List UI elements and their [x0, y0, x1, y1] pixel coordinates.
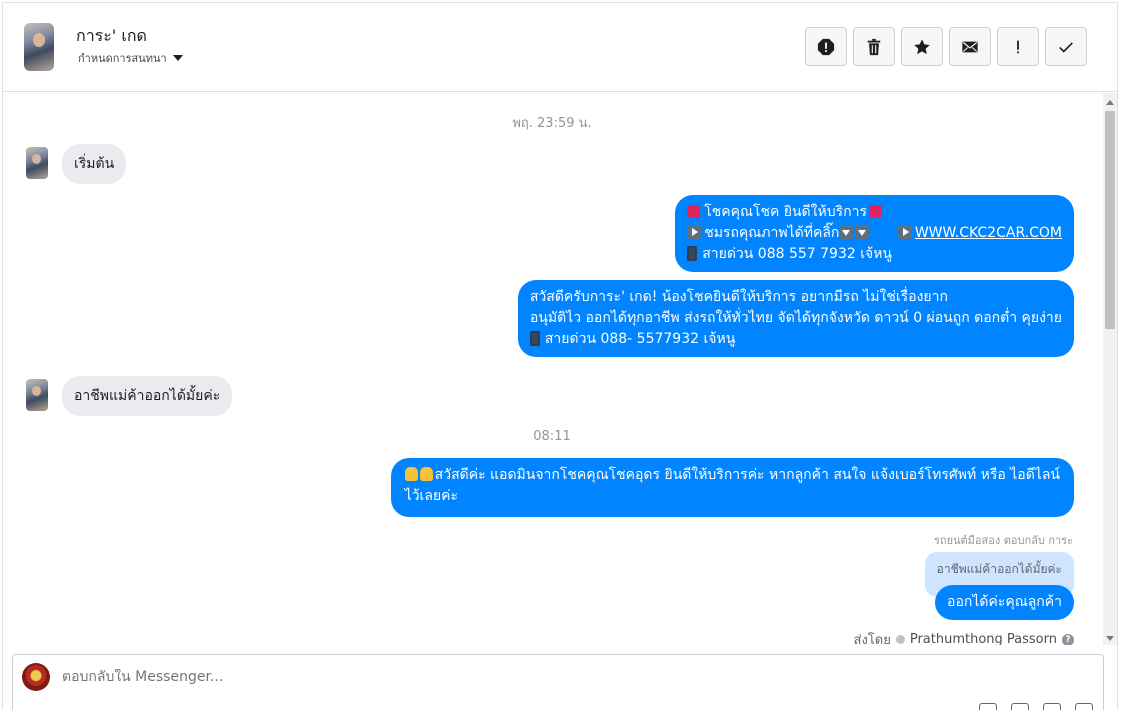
message-line: โชคคุณโชค ยินดีให้บริการ: [704, 204, 867, 220]
outgoing-message[interactable]: สวัสดีครับการะ' เกด! น้องโชคยินดีให้บริก…: [517, 280, 1074, 357]
mark-unread-button[interactable]: [949, 27, 991, 66]
message-line: สวัสดีครับการะ' เกด! น้องโชคยินดีให้บริก…: [529, 289, 948, 305]
contact-avatar[interactable]: [24, 23, 54, 71]
checkmark-icon: [1059, 41, 1073, 53]
mobile-phone-icon: [687, 246, 698, 261]
folded-hands-icon: [404, 467, 418, 481]
conversation-header: การะ' เกด กำหนดการสนทนา: [3, 3, 1117, 92]
thread-scrollbar[interactable]: [1103, 93, 1117, 645]
folded-hands-icon: [419, 467, 433, 481]
report-spam-icon: [817, 38, 835, 55]
timestamp: 08:11: [533, 429, 571, 444]
contact-avatar-small: [26, 147, 48, 179]
star-icon: [914, 38, 930, 54]
page-avatar: [22, 663, 50, 691]
message-line: ไว้เลยค่ะ: [404, 488, 459, 504]
emoji-icon[interactable]: [1011, 703, 1029, 710]
message-line: ชมรถคุณภาพได้ที่คลิ๊ก: [704, 225, 840, 241]
website-link[interactable]: WWW.CKC2CAR.COM: [915, 225, 1062, 241]
follow-up-button[interactable]: [997, 27, 1039, 66]
message-line: สวัสดีค่ะ แอดมินจากโชคคุณโชคอุดร ยินดีให…: [434, 467, 1060, 483]
sticker-icon[interactable]: [1075, 703, 1093, 710]
message-line: สายด่วน 088 557 7932 เจ้หนู: [702, 246, 892, 262]
outgoing-message[interactable]: โชคคุณโชค ยินดีให้บริการ ชมรถคุณภาพได้ที…: [675, 195, 1074, 272]
composer-actions: [979, 703, 1093, 710]
contact-avatar-small: [26, 379, 48, 411]
outgoing-message[interactable]: ออกได้ค่ะคุณลูกค้า: [935, 585, 1074, 620]
star-button[interactable]: [901, 27, 943, 66]
attachment-icon[interactable]: [979, 703, 997, 710]
trash-icon: [867, 38, 881, 55]
contact-name[interactable]: การะ' เกด: [76, 24, 147, 49]
reply-composer: [12, 654, 1104, 710]
sent-by-label: ส่งโดย: [853, 633, 891, 645]
mark-done-button[interactable]: [1045, 27, 1087, 66]
scroll-up-arrow-icon[interactable]: [1106, 100, 1114, 105]
assign-conversation-dropdown[interactable]: กำหนดการสนทนา: [78, 49, 183, 67]
caret-down-icon: [172, 55, 183, 61]
scrollbar-thumb[interactable]: [1105, 111, 1115, 329]
reply-context-note: รถยนต์มือสอง ตอบกลับ การะ: [934, 534, 1073, 547]
reply-input[interactable]: [62, 669, 962, 685]
sent-by-line: ส่งโดย Prathumthong Passorn ?: [854, 629, 1074, 645]
envelope-icon: [962, 41, 978, 52]
anger-symbol-icon: [687, 205, 701, 218]
scroll-down-arrow-icon[interactable]: [1106, 636, 1114, 641]
gif-icon[interactable]: [1043, 703, 1061, 710]
down-arrow-icon: [855, 225, 870, 239]
message-line: สายด่วน 088- 5577932 เจ้หนู: [544, 331, 736, 347]
message-line: อนุมัติไว ออกได้ทุกอาชีพ ส่งรถให้ทั่วไทย…: [529, 310, 1062, 326]
outgoing-message[interactable]: สวัสดีค่ะ แอดมินจากโชคคุณโชคอุดร ยินดีให…: [390, 458, 1074, 517]
incoming-message[interactable]: อาชีพแม่ค้าออกได้มั้ยค่ะ: [62, 376, 233, 416]
assign-conversation-label: กำหนดการสนทนา: [78, 52, 167, 65]
report-spam-button[interactable]: [805, 27, 847, 66]
play-button-icon: [897, 225, 912, 239]
exclamation-icon: [1017, 40, 1019, 53]
message-thread[interactable]: พฤ. 23:59 น. เริ่มต้น โชคคุณโชค ยินดีให้…: [3, 93, 1101, 645]
delete-button[interactable]: [853, 27, 895, 66]
down-arrow-icon: [839, 225, 854, 239]
timestamp: พฤ. 23:59 น.: [512, 116, 592, 131]
sender-name[interactable]: Prathumthong Passorn: [910, 632, 1057, 645]
mobile-phone-icon: [529, 331, 540, 346]
inbox-panel: การะ' เกด กำหนดการสนทนา พฤ. 23:59 น. เริ…: [2, 2, 1118, 710]
conversation-toolbar: [805, 27, 1087, 66]
anger-symbol-icon: [868, 205, 882, 218]
play-button-icon: [687, 225, 702, 239]
page-admin-icon: [895, 635, 905, 644]
message-line: ออกได้ค่ะคุณลูกค้า: [947, 594, 1062, 610]
help-icon[interactable]: ?: [1062, 633, 1074, 645]
incoming-message[interactable]: เริ่มต้น: [62, 144, 127, 184]
